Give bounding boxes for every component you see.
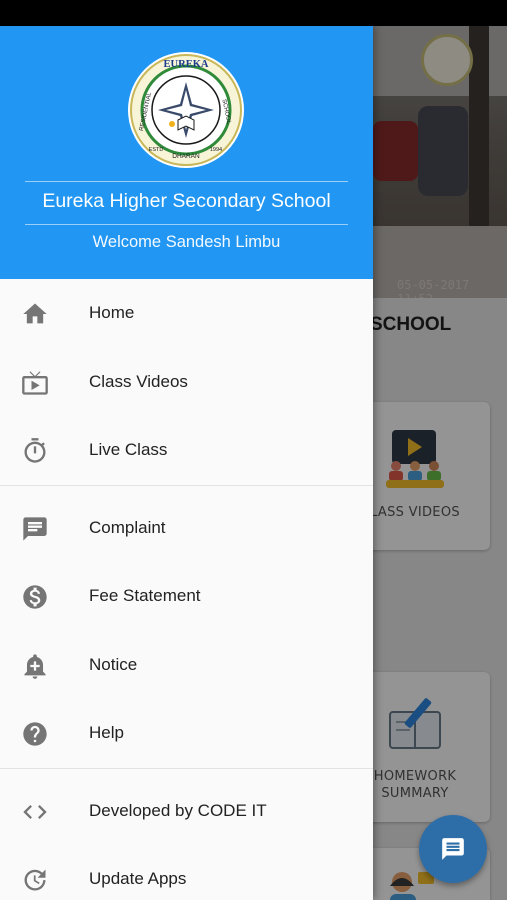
menu-item-complaint[interactable]: Complaint [0,494,373,563]
school-name: Eureka Higher Secondary School [42,190,331,212]
header-divider-bottom [25,224,348,225]
menu-item-label: Live Class [89,440,168,459]
menu-item-fee-statement[interactable]: Fee Statement [0,562,373,631]
menu-item-notice[interactable]: Notice [0,631,373,700]
update-icon [24,869,46,891]
menu-item-label: Notice [89,654,138,674]
logo-estd-right: 1994 [210,147,222,153]
menu-item-label: Help [89,723,124,742]
chat-fab-button[interactable] [419,815,487,883]
menu-item-live-class[interactable]: Live Class [0,416,373,485]
welcome-text: Welcome Sandesh Limbu [92,233,281,251]
menu-item-home[interactable]: Home [0,279,373,348]
menu-item-label: Home [89,303,135,322]
logo-bottom-text: DHARAN [172,153,200,160]
menu-item-label: Fee Statement [89,586,201,605]
menu-item-label: Developed by CODE IT [89,800,267,820]
home-icon [23,303,47,324]
navigation-drawer: EUREKA RESIDENTIAL SCHOOL DHARAN ESTD 19… [0,26,373,900]
code-icon [23,804,47,819]
notification-add-icon [24,653,46,679]
menu-item-label: Complaint [89,517,166,537]
menu-item-update-apps[interactable]: Update Apps [0,845,373,900]
logo-estd-left: ESTD [149,147,164,153]
drawer-menu: Home Class Videos Live Class Complaint F… [0,279,373,900]
timer-icon [24,438,46,463]
drawer-header: EUREKA RESIDENTIAL SCHOOL DHARAN ESTD 19… [0,26,373,279]
tv-play-icon [22,370,48,395]
header-divider-top [25,181,348,182]
menu-item-label: Class Videos [89,371,188,391]
menu-item-help[interactable]: Help [0,699,373,768]
dollar-icon [23,585,47,609]
status-bar [0,0,507,26]
chat-bubble-icon [23,516,47,541]
logo-top-text: EUREKA [164,59,209,70]
school-logo: EUREKA RESIDENTIAL SCHOOL DHARAN ESTD 19… [128,52,244,168]
menu-item-class-videos[interactable]: Class Videos [0,348,373,417]
message-icon [442,838,464,860]
help-icon [23,722,47,746]
menu-item-developer[interactable]: Developed by CODE IT [0,777,373,846]
menu-item-label: Update Apps [89,869,187,888]
